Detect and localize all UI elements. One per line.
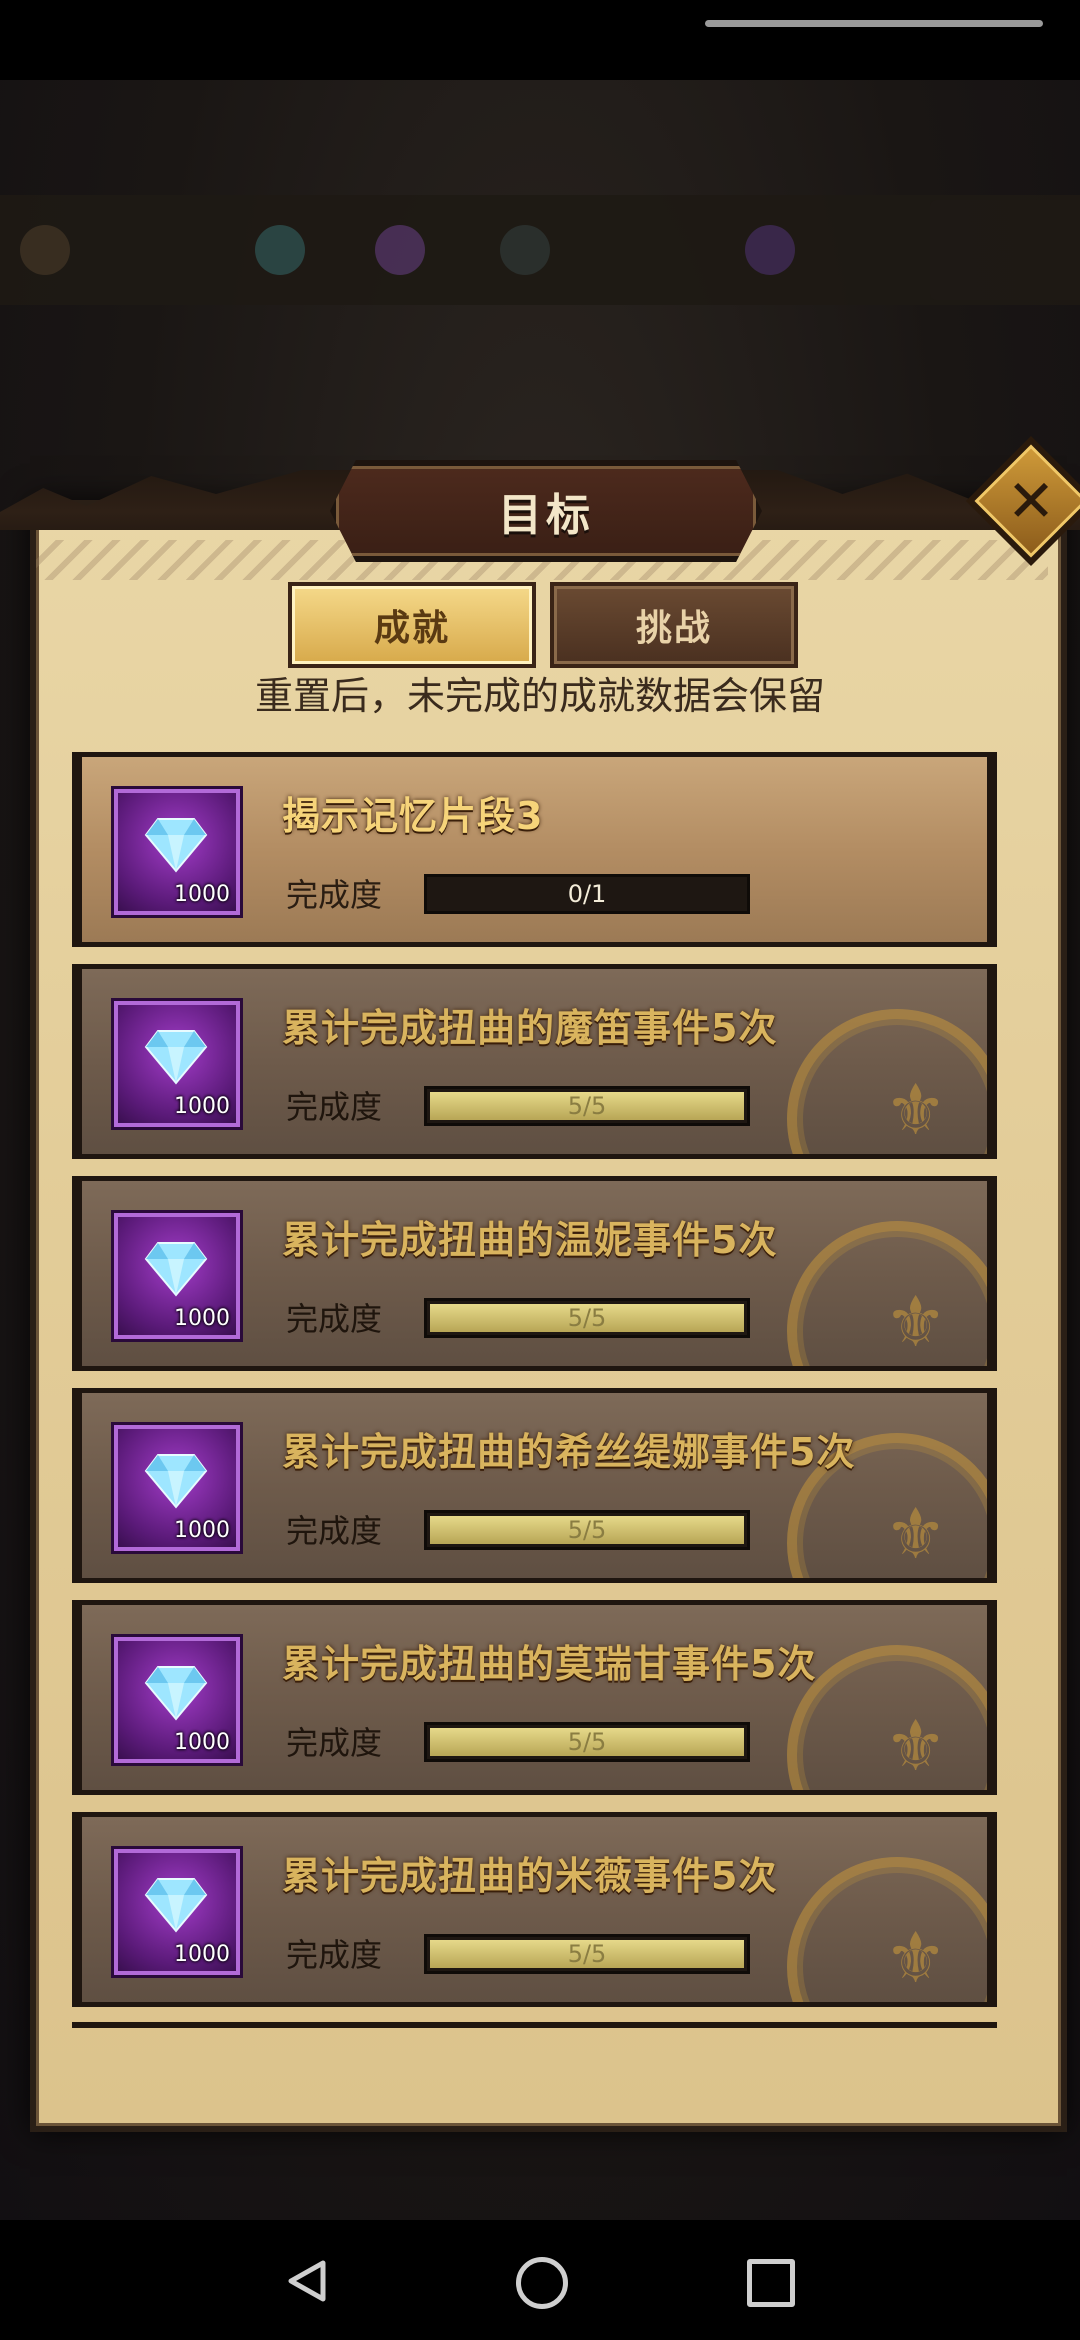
- progress-bar: 5/5: [424, 1510, 750, 1550]
- dimmed-resource-icon: [500, 225, 550, 275]
- reward-item[interactable]: 1000: [114, 1637, 240, 1763]
- close-icon[interactable]: ✕: [985, 455, 1077, 547]
- progress-label: 完成度: [286, 1512, 383, 1550]
- home-icon[interactable]: [516, 2257, 568, 2309]
- achievement-card[interactable]: ⚜ 1000 累计完成扭曲的米薇事件5次 完成度 5/5: [72, 1812, 997, 2007]
- achievement-card[interactable]: ⚜ 1000 累计完成扭曲的魔笛事件5次 完成度 5/5: [72, 964, 997, 1159]
- reward-quantity: 1000: [174, 1730, 230, 1755]
- diamond-icon: [144, 1878, 208, 1933]
- dimmed-menu-button: [930, 200, 1080, 300]
- achievement-card[interactable]: 1000 揭示记忆片段3 完成度 0/1: [72, 752, 997, 947]
- seal-emblem-icon: ⚜: [884, 1493, 947, 1575]
- progress-label: 完成度: [286, 876, 383, 914]
- recents-icon[interactable]: [747, 2259, 795, 2307]
- achievement-card[interactable]: ⚜ 1000 累计完成扭曲的希丝缇娜事件5次 完成度 5/5: [72, 1388, 997, 1583]
- tab-achievements[interactable]: 成就: [288, 582, 536, 668]
- reset-notice: 重置后，未完成的成就数据会保留: [254, 674, 825, 718]
- progress-label: 完成度: [286, 1088, 383, 1126]
- reward-quantity: 1000: [174, 1942, 230, 1967]
- achievement-title: 累计完成扭曲的魔笛事件5次: [282, 1006, 778, 1050]
- status-bar: [0, 0, 1080, 80]
- progress-bar: 5/5: [424, 1298, 750, 1338]
- panel-divider: [72, 2022, 997, 2028]
- achievement-card[interactable]: ⚜ 1000 累计完成扭曲的莫瑞甘事件5次 完成度 5/5: [72, 1600, 997, 1795]
- progress-bar: 5/5: [424, 1086, 750, 1126]
- diamond-icon: [144, 1666, 208, 1721]
- progress-value: 5/5: [567, 1940, 607, 1968]
- reward-quantity: 1000: [174, 1094, 230, 1119]
- achievement-title: 累计完成扭曲的米薇事件5次: [282, 1854, 778, 1898]
- reward-item[interactable]: 1000: [114, 1001, 240, 1127]
- dimmed-resource-icon: [255, 225, 305, 275]
- seal-emblem-icon: ⚜: [884, 1705, 947, 1787]
- progress-label: 完成度: [286, 1936, 383, 1974]
- seal-emblem-icon: ⚜: [884, 1917, 947, 1999]
- progress-value: 5/5: [567, 1516, 607, 1544]
- achievement-card[interactable]: ⚜ 1000 累计完成扭曲的温妮事件5次 完成度 5/5: [72, 1176, 997, 1371]
- dimmed-resource-icon: [745, 225, 795, 275]
- progress-bar: 0/1: [424, 874, 750, 914]
- reward-item[interactable]: 1000: [114, 1213, 240, 1339]
- back-icon[interactable]: [283, 2257, 331, 2305]
- reward-item[interactable]: 1000: [114, 789, 240, 915]
- achievement-title: 累计完成扭曲的温妮事件5次: [282, 1218, 778, 1262]
- progress-bar: 5/5: [424, 1934, 750, 1974]
- progress-value: 5/5: [567, 1304, 607, 1332]
- reward-quantity: 1000: [174, 1306, 230, 1331]
- diamond-icon: [144, 818, 208, 873]
- achievement-title: 累计完成扭曲的莫瑞甘事件5次: [282, 1642, 817, 1686]
- diamond-icon: [144, 1454, 208, 1509]
- diamond-icon: [144, 1030, 208, 1085]
- dimmed-resource-icon: [375, 225, 425, 275]
- reward-item[interactable]: 1000: [114, 1849, 240, 1975]
- progress-value: 5/5: [567, 1092, 607, 1120]
- dialog-title: 目标: [498, 490, 594, 541]
- dialog-title-plate: 目标: [330, 460, 762, 562]
- progress-label: 完成度: [286, 1300, 383, 1338]
- progress-bar: 5/5: [424, 1722, 750, 1762]
- tab-challenges[interactable]: 挑战: [550, 582, 798, 668]
- dimmed-avatar-icon: [20, 225, 70, 275]
- progress-label: 完成度: [286, 1724, 383, 1762]
- achievement-title: 累计完成扭曲的希丝缇娜事件5次: [282, 1430, 856, 1474]
- reward-item[interactable]: 1000: [114, 1425, 240, 1551]
- reward-quantity: 1000: [174, 882, 230, 907]
- gesture-pill: [705, 20, 1043, 27]
- diamond-icon: [144, 1242, 208, 1297]
- progress-value: 0/1: [567, 880, 607, 908]
- achievement-title: 揭示记忆片段3: [282, 794, 544, 838]
- reward-quantity: 1000: [174, 1518, 230, 1543]
- progress-value: 5/5: [567, 1728, 607, 1756]
- seal-emblem-icon: ⚜: [884, 1281, 947, 1363]
- seal-emblem-icon: ⚜: [884, 1069, 947, 1151]
